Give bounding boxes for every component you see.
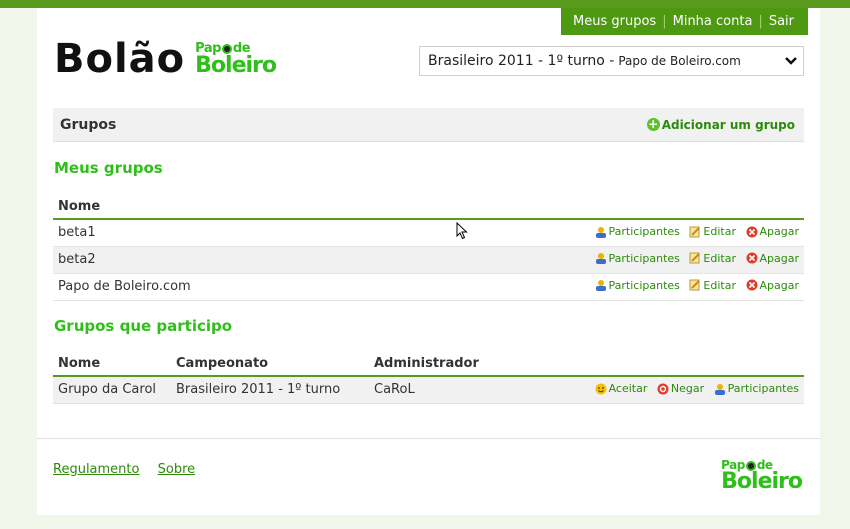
row-actions: Participantes Editar Apagar bbox=[348, 219, 804, 247]
users-icon bbox=[595, 226, 606, 238]
deny-link[interactable]: Negar bbox=[657, 382, 704, 395]
groups-title: Grupos bbox=[60, 116, 117, 133]
nav-sair[interactable]: Sair bbox=[763, 14, 800, 29]
site-logo[interactable]: Bolão Pap de Boleiro bbox=[54, 36, 277, 82]
smiley-icon bbox=[595, 383, 607, 394]
top-nav: Meus grupos | Minha conta | Sair bbox=[561, 8, 808, 35]
edit-icon bbox=[689, 279, 701, 291]
plus-icon: + bbox=[646, 117, 660, 131]
deny-icon bbox=[657, 383, 669, 394]
logo-bolao-text: Bolão bbox=[54, 36, 186, 82]
table-row: beta1 Participantes Editar Apagar bbox=[53, 219, 804, 247]
participating-heading: Grupos que participo bbox=[54, 317, 233, 335]
select-championship-label: Brasileiro 2011 - 1º turno - bbox=[428, 53, 615, 69]
my-groups-table: Nome beta1 Participantes Editar Apagar b… bbox=[53, 194, 804, 301]
add-group-label: Adicionar um grupo bbox=[661, 117, 795, 132]
table-row: Papo de Boleiro.com Participantes Editar… bbox=[53, 273, 804, 301]
delete-link[interactable]: Apagar bbox=[746, 252, 799, 265]
footer-logo: Pap de Boleiro bbox=[721, 454, 803, 494]
group-name: beta2 bbox=[53, 246, 349, 274]
users-icon bbox=[595, 280, 606, 292]
table-row: Grupo da Carol Brasileiro 2011 - 1º turn… bbox=[53, 376, 804, 404]
add-group-button[interactable]: + Adicionar um grupo bbox=[646, 117, 795, 132]
group-name: Papo de Boleiro.com bbox=[53, 273, 349, 301]
delete-link[interactable]: Apagar bbox=[746, 279, 799, 292]
footer-link-sobre[interactable]: Sobre bbox=[158, 462, 196, 477]
edit-icon bbox=[689, 252, 701, 264]
participants-link[interactable]: Participantes bbox=[595, 225, 680, 238]
accept-link[interactable]: Aceitar bbox=[595, 382, 647, 395]
championship-select[interactable]: Brasileiro 2011 - 1º turno - Papo de Bol… bbox=[419, 46, 804, 76]
footer-divider bbox=[37, 438, 820, 439]
mouse-cursor-icon bbox=[456, 222, 468, 240]
chevron-down-icon bbox=[785, 57, 797, 65]
users-icon bbox=[714, 383, 725, 395]
participants-link[interactable]: Participantes bbox=[595, 252, 680, 265]
participants-link[interactable]: Participantes bbox=[595, 279, 680, 292]
groups-header-bar: Grupos + Adicionar um grupo bbox=[53, 108, 804, 142]
row-actions: Participantes Editar Apagar bbox=[348, 246, 804, 274]
footer-link-regulamento[interactable]: Regulamento bbox=[53, 462, 139, 477]
delete-link[interactable]: Apagar bbox=[746, 225, 799, 238]
delete-icon bbox=[746, 252, 757, 264]
nav-meus-grupos[interactable]: Meus grupos bbox=[567, 14, 662, 29]
top-strip bbox=[0, 0, 850, 8]
group-name: Grupo da Carol bbox=[53, 376, 171, 404]
row-actions: Aceitar Negar Participantes bbox=[518, 376, 804, 404]
col-campeonato: Campeonato bbox=[171, 351, 369, 377]
edit-link[interactable]: Editar bbox=[689, 279, 736, 292]
my-groups-heading: Meus grupos bbox=[54, 159, 163, 177]
edit-link[interactable]: Editar bbox=[689, 252, 736, 265]
footer-links: Regulamento Sobre bbox=[53, 462, 209, 477]
delete-icon bbox=[746, 279, 757, 291]
col-nome: Nome bbox=[53, 351, 171, 377]
page-container: Meus grupos | Minha conta | Sair Bolão P… bbox=[37, 8, 820, 515]
edit-link[interactable]: Editar bbox=[689, 225, 736, 238]
row-actions: Participantes Editar Apagar bbox=[348, 273, 804, 301]
nav-minha-conta[interactable]: Minha conta bbox=[667, 14, 759, 29]
participants-link[interactable]: Participantes bbox=[714, 382, 799, 395]
users-icon bbox=[595, 253, 606, 265]
admin-name: CaRoL bbox=[369, 376, 519, 404]
col-actions bbox=[348, 194, 804, 220]
col-nome: Nome bbox=[53, 194, 349, 220]
col-actions bbox=[518, 351, 804, 377]
col-administrador: Administrador bbox=[369, 351, 519, 377]
papo-de-boleiro-logo: Pap de Boleiro bbox=[721, 458, 803, 494]
edit-icon bbox=[689, 226, 701, 237]
table-row: beta2 Participantes Editar Apagar bbox=[53, 246, 804, 274]
championship-name: Brasileiro 2011 - 1º turno bbox=[171, 376, 369, 404]
delete-icon bbox=[746, 226, 757, 237]
participating-table: Nome Campeonato Administrador Grupo da C… bbox=[53, 351, 804, 404]
group-name: beta1 bbox=[53, 219, 349, 247]
select-group-label: Papo de Boleiro.com bbox=[618, 54, 741, 68]
papo-de-boleiro-logo: Pap de Boleiro bbox=[195, 41, 277, 78]
